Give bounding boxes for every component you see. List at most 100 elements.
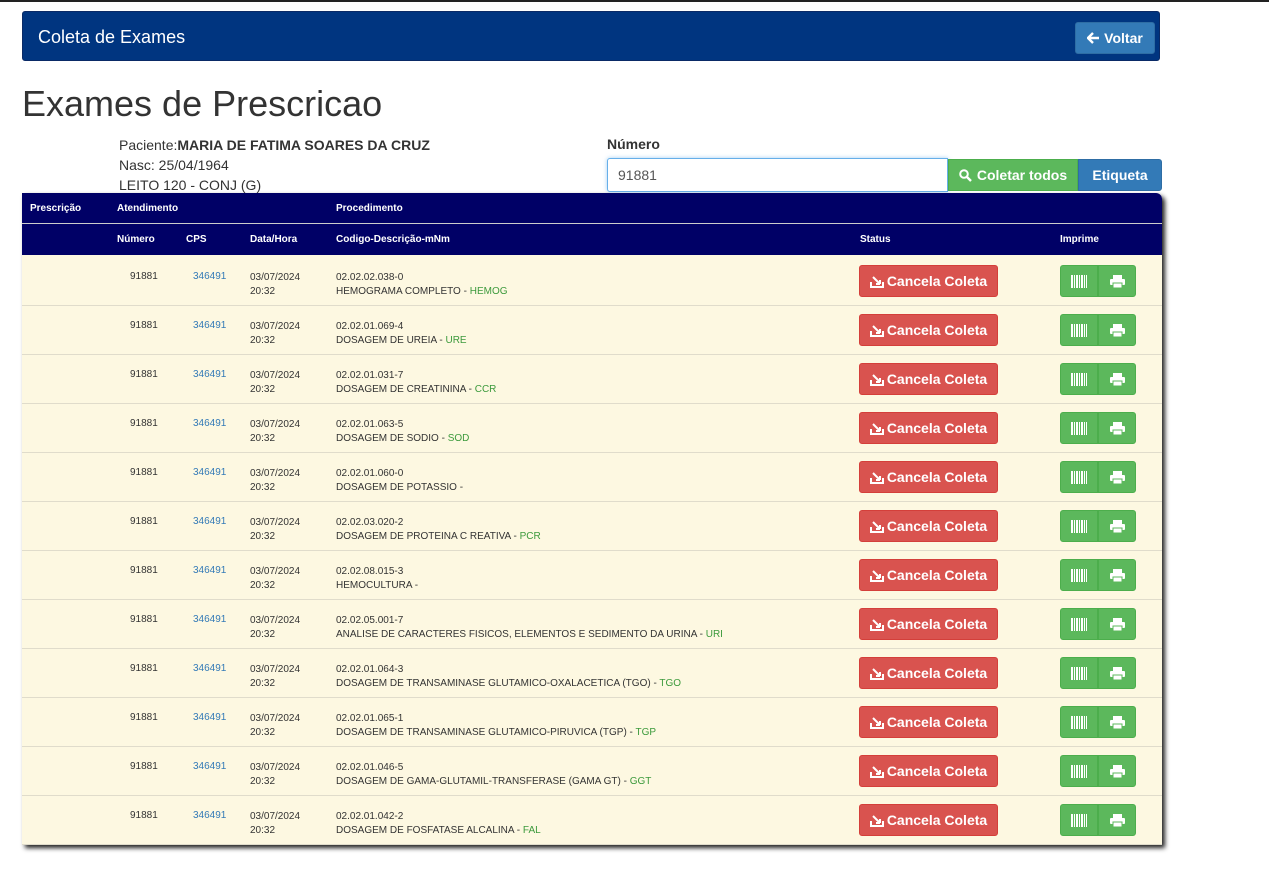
cancela-coleta-button[interactable]: Cancela Coleta <box>859 314 998 346</box>
print-button[interactable] <box>1098 265 1136 297</box>
cell-descricao: HEMOGRAMA COMPLETO - <box>336 286 470 297</box>
cancela-coleta-button[interactable]: Cancela Coleta <box>859 755 998 787</box>
cell-numero: 91881 <box>130 467 158 478</box>
cell-numero: 91881 <box>130 663 158 674</box>
cancela-coleta-button[interactable]: Cancela Coleta <box>859 265 998 297</box>
cell-hora: 20:32 <box>250 531 276 542</box>
cell-procedimento: 02.02.01.031-7 DOSAGEM DE CREATININA - CC… <box>336 369 496 397</box>
print-button[interactable] <box>1098 804 1136 836</box>
barcode-button[interactable] <box>1060 461 1098 493</box>
cell-sigla: FAL <box>522 825 541 836</box>
cell-hora: 20:32 <box>250 629 276 640</box>
cell-sigla: GGT <box>629 776 652 787</box>
cancela-coleta-button[interactable]: Cancela Coleta <box>859 412 998 444</box>
exames-table: Prescrição Atendimento Procedimento Núme… <box>22 193 1162 845</box>
cell-cps-link[interactable]: 346491 <box>193 614 226 625</box>
print-button[interactable] <box>1098 363 1136 395</box>
cell-descricao: DOSAGEM DE FOSFATASE ALCALINA - <box>336 825 523 836</box>
cell-cps-link[interactable]: 346491 <box>193 761 226 772</box>
voltar-button[interactable]: Voltar <box>1075 22 1155 54</box>
cell-numero: 91881 <box>130 810 158 821</box>
cancela-coleta-button[interactable]: Cancela Coleta <box>859 608 998 640</box>
arrow-left-icon <box>1087 32 1100 44</box>
barcode-icon <box>1071 617 1087 631</box>
cell-hora: 20:32 <box>250 433 276 444</box>
cancela-coleta-button[interactable]: Cancela Coleta <box>859 804 998 836</box>
page-title: Exames de Prescricao <box>22 83 383 124</box>
print-button[interactable] <box>1098 559 1136 591</box>
barcode-button[interactable] <box>1060 314 1098 346</box>
table-row: 91881 346491 03/07/2024 20:32 02.02.01.069-4… <box>22 305 1162 355</box>
cell-procedimento: 02.02.01.069-4 DOSAGEM DE UREIA - URE <box>336 320 467 348</box>
barcode-icon <box>1071 666 1087 680</box>
print-button[interactable] <box>1098 755 1136 787</box>
cancela-coleta-button[interactable]: Cancela Coleta <box>859 706 998 738</box>
print-button[interactable] <box>1098 608 1136 640</box>
barcode-button[interactable] <box>1060 657 1098 689</box>
cell-data: 03/07/2024 <box>250 615 301 626</box>
cell-procedimento: 02.02.01.065-1 DOSAGEM DE TRANSAMINASE GL… <box>336 712 656 740</box>
cancela-coleta-button[interactable]: Cancela Coleta <box>859 363 998 395</box>
cell-cps-link[interactable]: 346491 <box>193 516 226 527</box>
print-button[interactable] <box>1098 314 1136 346</box>
etiqueta-button[interactable]: Etiqueta <box>1078 159 1162 191</box>
cell-descricao: DOSAGEM DE CREATININA - <box>336 384 475 395</box>
barcode-button[interactable] <box>1060 804 1098 836</box>
barcode-icon <box>1071 568 1087 582</box>
numero-input[interactable] <box>607 158 948 192</box>
barcode-button[interactable] <box>1060 363 1098 395</box>
coletar-todos-button[interactable]: Coletar todos <box>948 159 1078 191</box>
cancela-coleta-label: Cancela Coleta <box>886 567 988 583</box>
cell-hora: 20:32 <box>250 335 276 346</box>
print-button[interactable] <box>1098 461 1136 493</box>
cell-sigla: CCR <box>474 384 497 395</box>
print-button[interactable] <box>1098 706 1136 738</box>
cell-cps-link[interactable]: 346491 <box>193 712 226 723</box>
cell-datahora: 03/07/2024 20:32 <box>250 271 300 299</box>
cell-descricao: DOSAGEM DE UREIA - <box>336 335 446 346</box>
barcode-button[interactable] <box>1060 265 1098 297</box>
cell-hora: 20:32 <box>250 825 276 836</box>
barcode-button[interactable] <box>1060 559 1098 591</box>
cell-cps-link[interactable]: 346491 <box>193 418 226 429</box>
cell-data: 03/07/2024 <box>250 419 301 430</box>
cell-cps-link[interactable]: 346491 <box>193 467 226 478</box>
barcode-button[interactable] <box>1060 706 1098 738</box>
barcode-button[interactable] <box>1060 608 1098 640</box>
cell-data: 03/07/2024 <box>250 566 301 577</box>
barcode-button[interactable] <box>1060 755 1098 787</box>
cancela-coleta-button[interactable]: Cancela Coleta <box>859 657 998 689</box>
printer-icon <box>1109 274 1125 288</box>
cancela-coleta-label: Cancela Coleta <box>886 371 988 387</box>
cell-data: 03/07/2024 <box>250 272 301 283</box>
cell-codigo: 02.02.01.065-1 <box>336 713 404 724</box>
cell-cps-link[interactable]: 346491 <box>193 663 226 674</box>
cell-cps-link[interactable]: 346491 <box>193 271 226 282</box>
cell-hora: 20:32 <box>250 286 276 297</box>
cell-cps-link[interactable]: 346491 <box>193 565 226 576</box>
cancela-coleta-button[interactable]: Cancela Coleta <box>859 559 998 591</box>
cell-hora: 20:32 <box>250 580 276 591</box>
cell-hora: 20:32 <box>250 727 276 738</box>
barcode-button[interactable] <box>1060 412 1098 444</box>
th-status: Status <box>860 234 891 245</box>
cancela-coleta-button[interactable]: Cancela Coleta <box>859 461 998 493</box>
printer-icon <box>1109 715 1125 729</box>
cancela-coleta-button[interactable]: Cancela Coleta <box>859 510 998 542</box>
cell-sigla: SOD <box>447 433 470 444</box>
barcode-button[interactable] <box>1060 510 1098 542</box>
cell-descricao: DOSAGEM DE TRANSAMINASE GLUTAMICO-PIRUVI… <box>336 727 636 738</box>
cancel-tray-icon <box>869 373 884 386</box>
cell-cps-link[interactable]: 346491 <box>193 369 226 380</box>
cell-cps-link[interactable]: 346491 <box>193 320 226 331</box>
printer-icon <box>1109 470 1125 484</box>
print-button[interactable] <box>1098 510 1136 542</box>
print-button[interactable] <box>1098 657 1136 689</box>
cancel-tray-icon <box>869 324 884 337</box>
print-button[interactable] <box>1098 412 1136 444</box>
cell-procedimento: 02.02.01.042-2 DOSAGEM DE FOSFATASE ALCAL… <box>336 810 541 838</box>
barcode-icon <box>1071 519 1087 533</box>
cell-cps-link[interactable]: 346491 <box>193 810 226 821</box>
cell-codigo: 02.02.01.046-5 <box>336 762 404 773</box>
cell-datahora: 03/07/2024 20:32 <box>250 320 300 348</box>
